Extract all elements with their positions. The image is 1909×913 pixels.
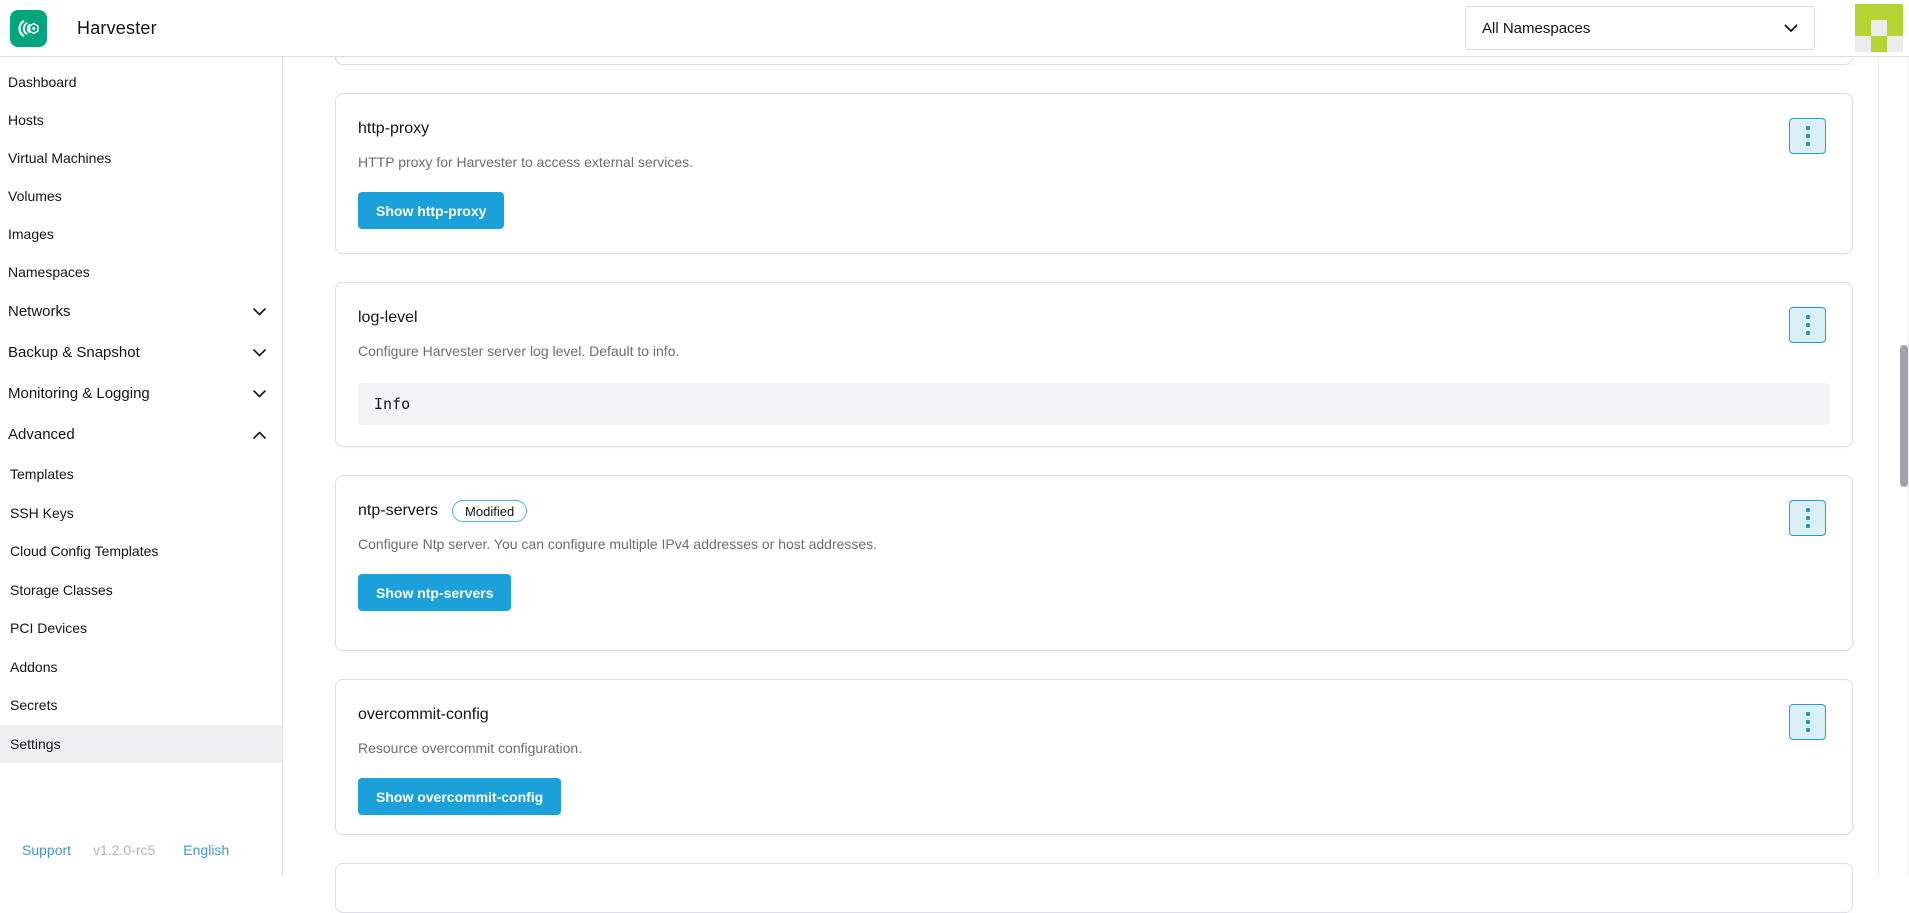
sidebar-item-namespaces[interactable]: Namespaces	[0, 253, 282, 291]
sidebar-group-label: Networks	[8, 303, 71, 320]
sidebar-footer: Support v1.2.0-rc5 English	[0, 842, 282, 858]
sidebar-group-label: Backup & Snapshot	[8, 344, 140, 361]
sidebar-item-label: Dashboard	[8, 74, 77, 90]
sidebar-item-volumes[interactable]: Volumes	[0, 177, 282, 215]
show-http-proxy-button[interactable]: Show http-proxy	[358, 192, 504, 229]
identicon-cell	[1855, 36, 1871, 52]
identicon-cell	[1871, 36, 1887, 52]
setting-description: Configure Harvester server log level. De…	[358, 341, 1830, 361]
scrollbar-thumb[interactable]	[1900, 345, 1908, 487]
sidebar-item-label: Volumes	[8, 188, 62, 204]
setting-card-log-level: log-level Configure Harvester server log…	[335, 282, 1853, 447]
sidebar-list: Dashboard Hosts Virtual Machines Volumes…	[0, 57, 282, 763]
sidebar-item-dashboard[interactable]: Dashboard	[0, 63, 282, 101]
show-overcommit-config-button[interactable]: Show overcommit-config	[358, 778, 561, 815]
setting-name: overcommit-config	[358, 704, 489, 726]
chevron-down-icon	[253, 308, 266, 316]
setting-description: HTTP proxy for Harvester to access exter…	[358, 152, 1830, 172]
vertical-dots-icon	[1806, 331, 1810, 335]
setting-card-ntp-servers: ntp-servers Modified Configure Ntp serve…	[335, 475, 1853, 651]
sidebar-item-storage-classes[interactable]: Storage Classes	[0, 571, 282, 610]
user-avatar[interactable]	[1855, 4, 1903, 52]
setting-description: Resource overcommit configuration.	[358, 738, 1830, 758]
vertical-dots-icon	[1806, 516, 1810, 520]
namespace-select[interactable]: All Namespaces	[1465, 6, 1815, 50]
sidebar-group-label: Advanced	[8, 426, 75, 443]
sidebar-item-label: Images	[8, 226, 54, 242]
vertical-dots-icon	[1806, 126, 1810, 130]
setting-name: http-proxy	[358, 118, 429, 140]
sidebar-item-label: Templates	[10, 466, 74, 482]
sidebar-group-label: Monitoring & Logging	[8, 385, 150, 402]
sidebar-item-label: Hosts	[8, 112, 44, 128]
vertical-dots-icon	[1806, 142, 1810, 146]
vertical-dots-icon	[1806, 134, 1810, 138]
sidebar-item-cloud-config-templates[interactable]: Cloud Config Templates	[0, 532, 282, 571]
sidebar-item-label: Namespaces	[8, 264, 90, 280]
page-title: Harvester	[77, 0, 157, 57]
identicon-cell	[1855, 20, 1871, 36]
chevron-down-icon	[1784, 24, 1798, 33]
vertical-dots-icon	[1806, 712, 1810, 716]
sidebar-item-label: Settings	[10, 736, 61, 752]
support-link[interactable]: Support	[22, 842, 71, 858]
sidebar-item-label: Cloud Config Templates	[10, 543, 158, 559]
identicon-cell	[1855, 4, 1871, 20]
card-partial-bottom	[335, 863, 1853, 913]
card-actions-menu-button[interactable]	[1789, 307, 1826, 343]
chevron-down-icon	[253, 390, 266, 398]
vertical-dots-icon	[1806, 508, 1810, 512]
sidebar-item-pci-devices[interactable]: PCI Devices	[0, 609, 282, 648]
sidebar-item-label: PCI Devices	[10, 620, 87, 636]
sidebar-nav: Dashboard Hosts Virtual Machines Volumes…	[0, 57, 283, 876]
sidebar-group-networks[interactable]: Networks	[0, 291, 282, 332]
setting-name: log-level	[358, 307, 418, 329]
sidebar-item-templates[interactable]: Templates	[0, 455, 282, 494]
language-link[interactable]: English	[183, 842, 229, 858]
chevron-down-icon	[253, 349, 266, 357]
scrollbar-track[interactable]	[1878, 57, 1909, 876]
vertical-dots-icon	[1806, 323, 1810, 327]
sidebar-item-secrets[interactable]: Secrets	[0, 686, 282, 725]
sidebar-item-label: Virtual Machines	[8, 150, 111, 166]
card-actions-menu-button[interactable]	[1789, 500, 1826, 536]
sidebar-group-advanced[interactable]: Advanced	[0, 414, 282, 455]
card-actions-menu-button[interactable]	[1789, 704, 1826, 740]
vertical-dots-icon	[1806, 728, 1810, 732]
identicon-cell	[1887, 36, 1903, 52]
sidebar-item-label: Addons	[10, 659, 57, 675]
setting-card-overcommit-config: overcommit-config Resource overcommit co…	[335, 679, 1853, 835]
setting-name: ntp-servers	[358, 500, 438, 522]
sidebar-item-label: SSH Keys	[10, 505, 74, 521]
identicon-cell	[1887, 20, 1903, 36]
version-label: v1.2.0-rc5	[93, 842, 155, 858]
setting-card-http-proxy: http-proxy HTTP proxy for Harvester to a…	[335, 93, 1853, 254]
namespace-select-value: All Namespaces	[1482, 20, 1590, 37]
harvester-logo-icon[interactable]	[10, 10, 47, 47]
sidebar-group-backup-snapshot[interactable]: Backup & Snapshot	[0, 332, 282, 373]
sidebar-item-label: Secrets	[10, 697, 57, 713]
setting-value-code-block: Info	[358, 383, 1830, 425]
identicon-cell	[1871, 20, 1887, 36]
sidebar-item-hosts[interactable]: Hosts	[0, 101, 282, 139]
vertical-dots-icon	[1806, 720, 1810, 724]
card-actions-menu-button[interactable]	[1789, 118, 1826, 154]
vertical-dots-icon	[1806, 524, 1810, 528]
setting-description: Configure Ntp server. You can configure …	[358, 534, 1830, 554]
top-header: Harvester All Namespaces	[0, 0, 1909, 57]
sidebar-item-ssh-keys[interactable]: SSH Keys	[0, 494, 282, 533]
vertical-dots-icon	[1806, 315, 1810, 319]
chevron-up-icon	[253, 431, 266, 439]
sidebar-item-virtual-machines[interactable]: Virtual Machines	[0, 139, 282, 177]
sidebar-item-addons[interactable]: Addons	[0, 648, 282, 687]
sidebar-group-monitoring-logging[interactable]: Monitoring & Logging	[0, 373, 282, 414]
show-ntp-servers-button[interactable]: Show ntp-servers	[358, 574, 511, 611]
modified-badge: Modified	[452, 500, 527, 522]
identicon-cell	[1887, 4, 1903, 20]
sidebar-item-label: Storage Classes	[10, 582, 113, 598]
sidebar-item-settings[interactable]: Settings	[0, 725, 282, 764]
sidebar-item-images[interactable]: Images	[0, 215, 282, 253]
identicon-cell	[1871, 4, 1887, 20]
